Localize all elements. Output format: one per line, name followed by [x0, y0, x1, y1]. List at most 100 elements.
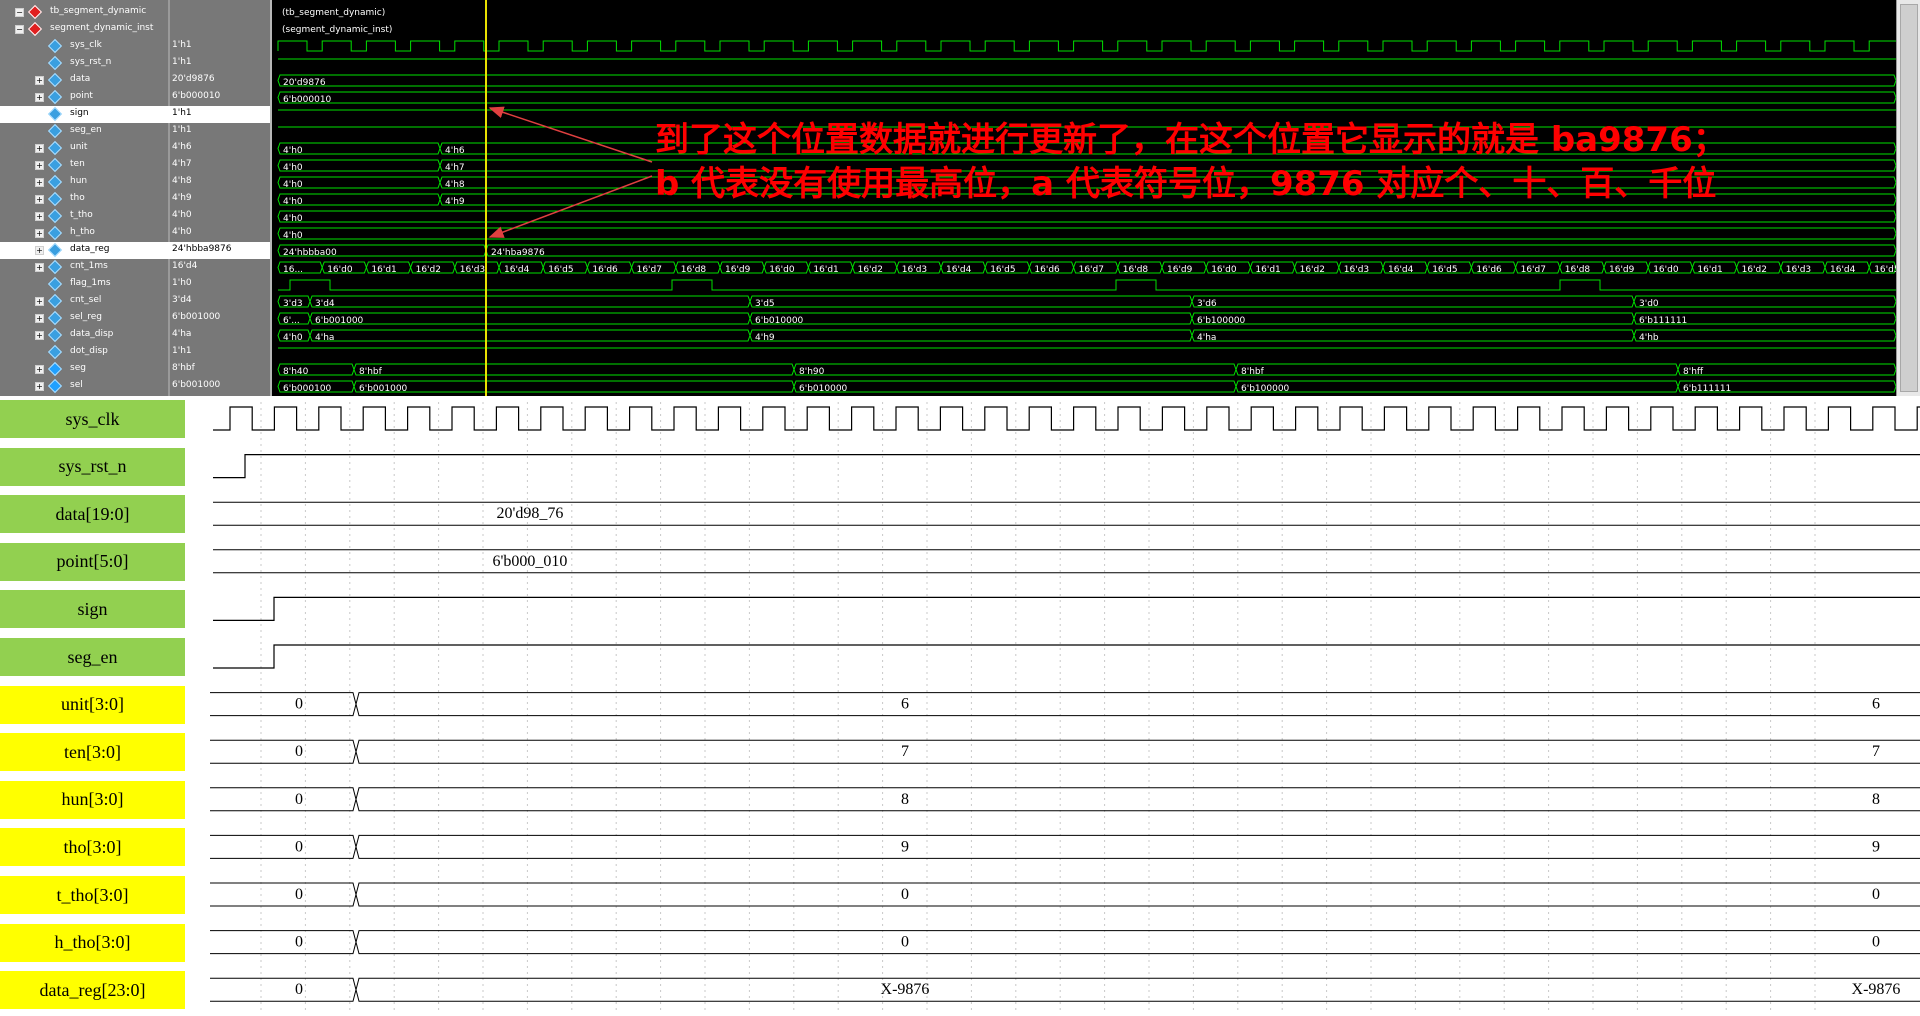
data_reg-value: 24'hbbba00 [283, 248, 337, 258]
signal-icon [47, 123, 63, 139]
signal-name: seg [70, 363, 86, 373]
simulation-waveform-window: (tb_segment_dynamic) (segment_dynamic_ins… [0, 0, 1920, 396]
signal-row-sel_reg[interactable]: + sel_reg [0, 310, 170, 327]
seg-value: 8'hbf [359, 367, 383, 377]
cnt_sel-value: 3'd3 [283, 299, 303, 309]
inst-label: (segment_dynamic_inst) [282, 25, 392, 35]
cnt_sel-bus-seg [749, 295, 1193, 308]
cnt_1ms-value: 16'd7 [1079, 265, 1104, 275]
sel-bus-seg [793, 380, 1237, 393]
expand-icon[interactable]: + [35, 93, 44, 102]
vertical-scrollbar[interactable] [1896, 0, 1920, 396]
expand-icon[interactable]: + [35, 212, 44, 221]
collapse-icon[interactable]: − [15, 25, 24, 34]
expand-icon[interactable]: + [35, 229, 44, 238]
cnt_1ms-value: 16'd3 [1344, 265, 1369, 275]
signal-row-segment_dynamic_inst[interactable]: − segment_dynamic_inst [0, 21, 170, 38]
signal-value: 1'h1 [172, 125, 192, 135]
signal-row-tb_segment_dynamic[interactable]: − tb_segment_dynamic [0, 4, 170, 21]
signal-row-sel[interactable]: + sel [0, 378, 170, 395]
expand-icon[interactable]: + [35, 195, 44, 204]
expand-icon[interactable]: + [35, 178, 44, 187]
signal-row-data_disp[interactable]: + data_disp [0, 327, 170, 344]
bus-value: 0 [295, 696, 303, 713]
seg-bus-seg [1677, 363, 1896, 376]
signal-row-flag_1ms[interactable]: flag_1ms [0, 276, 170, 293]
signal-row-seg[interactable]: + seg [0, 361, 170, 378]
signal-row-h_tho[interactable]: + h_tho [0, 225, 170, 242]
signal-name: t_tho [70, 210, 93, 220]
expand-icon[interactable]: + [35, 382, 44, 391]
expand-icon[interactable]: + [35, 76, 44, 85]
signal-row-data[interactable]: + data [0, 72, 170, 89]
signal-row-point[interactable]: + point [0, 89, 170, 106]
signal-name: sel [70, 380, 83, 390]
signal-value: 1'h1 [172, 57, 192, 67]
signal-name: hun [70, 176, 88, 186]
signal-icon [47, 191, 63, 207]
sel-value: 6'b100000 [1241, 384, 1290, 394]
bus-line [210, 739, 1920, 764]
signal-row-tho[interactable]: + tho [0, 191, 170, 208]
signal-row-ten[interactable]: + ten [0, 157, 170, 174]
cnt_1ms-value: 16'd8 [1123, 265, 1149, 275]
signal-value-seg: 8'hbf [170, 361, 270, 378]
collapse-icon[interactable]: − [15, 8, 24, 17]
unit-value: 4'h6 [445, 146, 465, 156]
signal-row-sys_rst_n[interactable]: sys_rst_n [0, 55, 170, 72]
sel_reg-value: 6'b111111 [1639, 316, 1687, 326]
expand-icon[interactable]: + [35, 314, 44, 323]
signal-row-sign[interactable]: sign [0, 106, 170, 123]
signal-row-seg_en[interactable]: seg_en [0, 123, 170, 140]
signal-icon [47, 327, 63, 343]
timing-label: sys_clk [0, 400, 185, 438]
sel-value: 6'b111111 [1683, 384, 1731, 394]
signal-row-sys_clk[interactable]: sys_clk [0, 38, 170, 55]
expand-icon[interactable]: + [35, 161, 44, 170]
signal-icon [47, 361, 63, 377]
bus-value: 0 [1872, 886, 1880, 903]
expand-icon[interactable]: + [35, 246, 44, 255]
expand-icon[interactable]: + [35, 297, 44, 306]
timing-label: tho[3:0] [0, 828, 185, 867]
cnt_sel-value: 3'd5 [755, 299, 775, 309]
timing-label: data[19:0] [0, 495, 185, 534]
signal-row-data_reg[interactable]: + data_reg [0, 242, 170, 259]
timing-label: data_reg[23:0] [0, 971, 185, 1010]
signal-name: tb_segment_dynamic [50, 6, 147, 16]
signal-row-t_tho[interactable]: + t_tho [0, 208, 170, 225]
bus-value: 0 [295, 886, 303, 903]
signal-value: 1'h0 [172, 278, 192, 288]
sel-bus-seg [353, 380, 795, 393]
signal-name: data_reg [70, 244, 110, 254]
bus-line [210, 739, 1920, 764]
data_disp-value: 4'ha [1197, 333, 1216, 343]
signal-value-cnt_1ms: 16'd4 [170, 259, 270, 276]
bus-value: 0 [295, 934, 303, 951]
expand-icon[interactable]: + [35, 331, 44, 340]
expand-icon[interactable]: + [35, 144, 44, 153]
signal-name: ten [70, 159, 85, 169]
signal-row-unit[interactable]: + unit [0, 140, 170, 157]
data_disp-bus-seg [1633, 329, 1896, 342]
signal-value: 3'd4 [172, 295, 192, 305]
signal-value-unit: 4'h6 [170, 140, 270, 157]
signal-value-sign: 1'h1 [170, 106, 270, 123]
cnt_sel-bus-seg [1633, 295, 1896, 308]
scrollbar-thumb[interactable] [1900, 4, 1918, 392]
signal-row-cnt_sel[interactable]: + cnt_sel [0, 293, 170, 310]
point-value: 6'b000010 [283, 95, 332, 105]
bus-line [210, 834, 1920, 859]
signal-row-dot_disp[interactable]: dot_disp [0, 344, 170, 361]
bus-value: 6'b000_010 [493, 553, 568, 570]
expand-icon[interactable]: + [35, 263, 44, 272]
signal-row-cnt_1ms[interactable]: + cnt_1ms [0, 259, 170, 276]
signal-value: 4'h0 [172, 227, 192, 237]
expand-icon[interactable]: + [35, 365, 44, 374]
signal-row-hun[interactable]: + hun [0, 174, 170, 191]
bus-value: 0 [295, 743, 303, 760]
cnt_1ms-value: 16'd1 [813, 265, 838, 275]
seg-bus-seg [353, 363, 795, 376]
cnt_1ms-value: 16'd7 [637, 265, 662, 275]
t_tho-value: 4'h0 [283, 214, 303, 224]
